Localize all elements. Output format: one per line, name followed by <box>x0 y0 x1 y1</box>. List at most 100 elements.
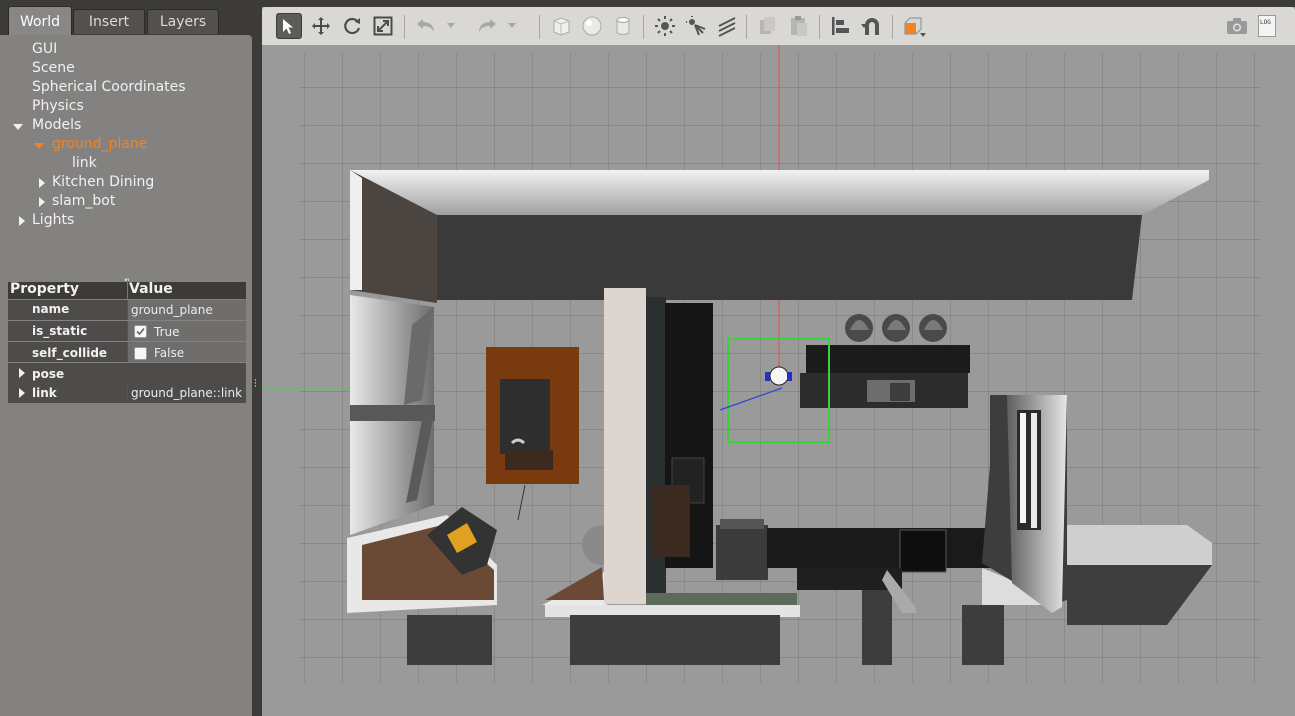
tree-item-models[interactable]: Models <box>32 117 81 136</box>
insert-box-button[interactable] <box>548 13 574 39</box>
scene-render <box>262 45 1295 716</box>
slam-bot-wheel <box>787 372 792 381</box>
tree-item-lights[interactable]: Lights <box>32 212 74 231</box>
left-wall-edge <box>350 170 362 290</box>
rotate-mode-button[interactable] <box>339 13 365 39</box>
toolbar: LOG <box>262 7 1295 46</box>
copy-icon <box>760 17 775 34</box>
support-mid <box>862 590 892 665</box>
property-key: self_collide <box>8 342 127 362</box>
toolbar-separator <box>643 15 644 39</box>
tree-item-scene[interactable]: Scene <box>32 60 75 79</box>
expand-link-icon[interactable] <box>19 388 25 398</box>
toolbar-separator <box>404 15 405 39</box>
dishwasher <box>716 525 768 580</box>
redo-icon <box>479 19 496 32</box>
header-divider <box>127 280 128 299</box>
snap-button[interactable] <box>859 13 885 39</box>
is-static-checkbox[interactable] <box>134 325 147 338</box>
insert-point-light-button[interactable] <box>652 13 678 39</box>
room-divider <box>604 288 646 604</box>
box-icon <box>553 17 570 36</box>
property-row-name[interactable]: name ground_plane <box>8 300 246 320</box>
sink-basin <box>890 383 910 401</box>
tab-insert[interactable]: Insert <box>73 9 145 34</box>
log-icon-label: LOG <box>1260 19 1271 26</box>
slam-bot-wheel <box>765 372 770 381</box>
property-header: Property Value <box>8 280 246 299</box>
side-cabinet <box>652 485 690 557</box>
log-button[interactable]: LOG <box>1254 13 1280 39</box>
tree-item-kitchen-dining[interactable]: Kitchen Dining <box>52 174 154 193</box>
log-icon: LOG <box>1258 15 1276 37</box>
property-row-is-static[interactable]: is_static True <box>8 321 246 341</box>
kitchen-counter <box>767 528 1017 568</box>
property-key: name <box>8 300 127 320</box>
expand-ground-plane-icon[interactable] <box>34 143 44 149</box>
paste-button[interactable] <box>786 13 812 39</box>
scale-mode-button[interactable] <box>370 13 396 39</box>
align-button[interactable] <box>828 13 854 39</box>
align-icon <box>832 17 849 35</box>
scene-view[interactable] <box>262 45 1295 716</box>
tree-item-ground-plane[interactable]: ground_plane <box>52 136 147 155</box>
insert-sphere-button[interactable] <box>579 13 605 39</box>
rotate-icon <box>344 17 361 35</box>
insert-spot-light-button[interactable] <box>683 13 709 39</box>
check-icon <box>136 327 145 336</box>
redo-button[interactable] <box>474 13 500 39</box>
insert-cylinder-button[interactable] <box>610 13 636 39</box>
toolbar-separator <box>539 15 540 39</box>
screenshot-button[interactable] <box>1224 13 1250 39</box>
property-value[interactable]: ground_plane <box>128 300 246 320</box>
view-angle-button[interactable] <box>901 13 927 39</box>
select-icon <box>283 19 293 34</box>
spot-light-icon <box>686 16 706 36</box>
expand-kitchen-icon[interactable] <box>39 178 45 188</box>
translate-icon <box>312 17 330 35</box>
expand-models-icon[interactable] <box>13 124 23 130</box>
shelf <box>350 405 435 421</box>
property-row-pose[interactable]: pose <box>8 363 246 383</box>
property-key: link <box>8 383 127 403</box>
self-collide-checkbox[interactable] <box>134 347 147 360</box>
undo-history-dropdown[interactable] <box>444 13 458 39</box>
insert-directional-light-button[interactable] <box>714 13 740 39</box>
undo-button[interactable] <box>413 13 439 39</box>
tree-item-spherical-coordinates[interactable]: Spherical Coordinates <box>32 79 186 98</box>
copy-button[interactable] <box>755 13 781 39</box>
tab-layers[interactable]: Layers <box>147 9 219 34</box>
tree-item-link[interactable]: link <box>72 155 97 174</box>
tab-bar: World Insert Layers <box>0 0 252 36</box>
toolbar-separator <box>892 15 893 39</box>
panel-collapse-handle[interactable]: · · · <box>254 377 260 392</box>
translate-mode-button[interactable] <box>308 13 334 39</box>
property-row-self-collide[interactable]: self_collide False <box>8 342 246 362</box>
tree-item-slam-bot[interactable]: slam_bot <box>52 193 115 212</box>
right-counter-top <box>1067 525 1212 565</box>
view-angle-icon <box>904 17 926 37</box>
fridge-door-light <box>1020 413 1026 523</box>
select-mode-button[interactable] <box>276 13 302 39</box>
tree-item-physics[interactable]: Physics <box>32 98 84 117</box>
undo-icon <box>417 19 434 32</box>
redo-history-dropdown[interactable] <box>505 13 519 39</box>
property-row-link[interactable]: link ground_plane::link <box>8 383 246 403</box>
screenshot-icon <box>1227 18 1247 34</box>
property-value[interactable]: True <box>128 321 246 341</box>
support-center <box>570 615 780 665</box>
slam-bot <box>769 366 789 386</box>
dining-chair <box>505 450 553 470</box>
expand-pose-icon[interactable] <box>19 368 25 378</box>
expand-lights-icon[interactable] <box>19 216 25 226</box>
world-panel: GUI Scene Spherical Coordinates Physics … <box>0 35 252 716</box>
expand-slam-bot-icon[interactable] <box>39 197 45 207</box>
top-wall <box>350 170 1209 215</box>
property-key: is_static <box>8 321 127 341</box>
tab-world[interactable]: World <box>8 6 72 36</box>
cylinder-icon <box>616 17 630 35</box>
tree-item-gui[interactable]: GUI <box>32 41 57 60</box>
sphere-icon <box>582 16 602 36</box>
property-value[interactable]: False <box>128 342 246 362</box>
toolbar-separator <box>746 15 747 39</box>
